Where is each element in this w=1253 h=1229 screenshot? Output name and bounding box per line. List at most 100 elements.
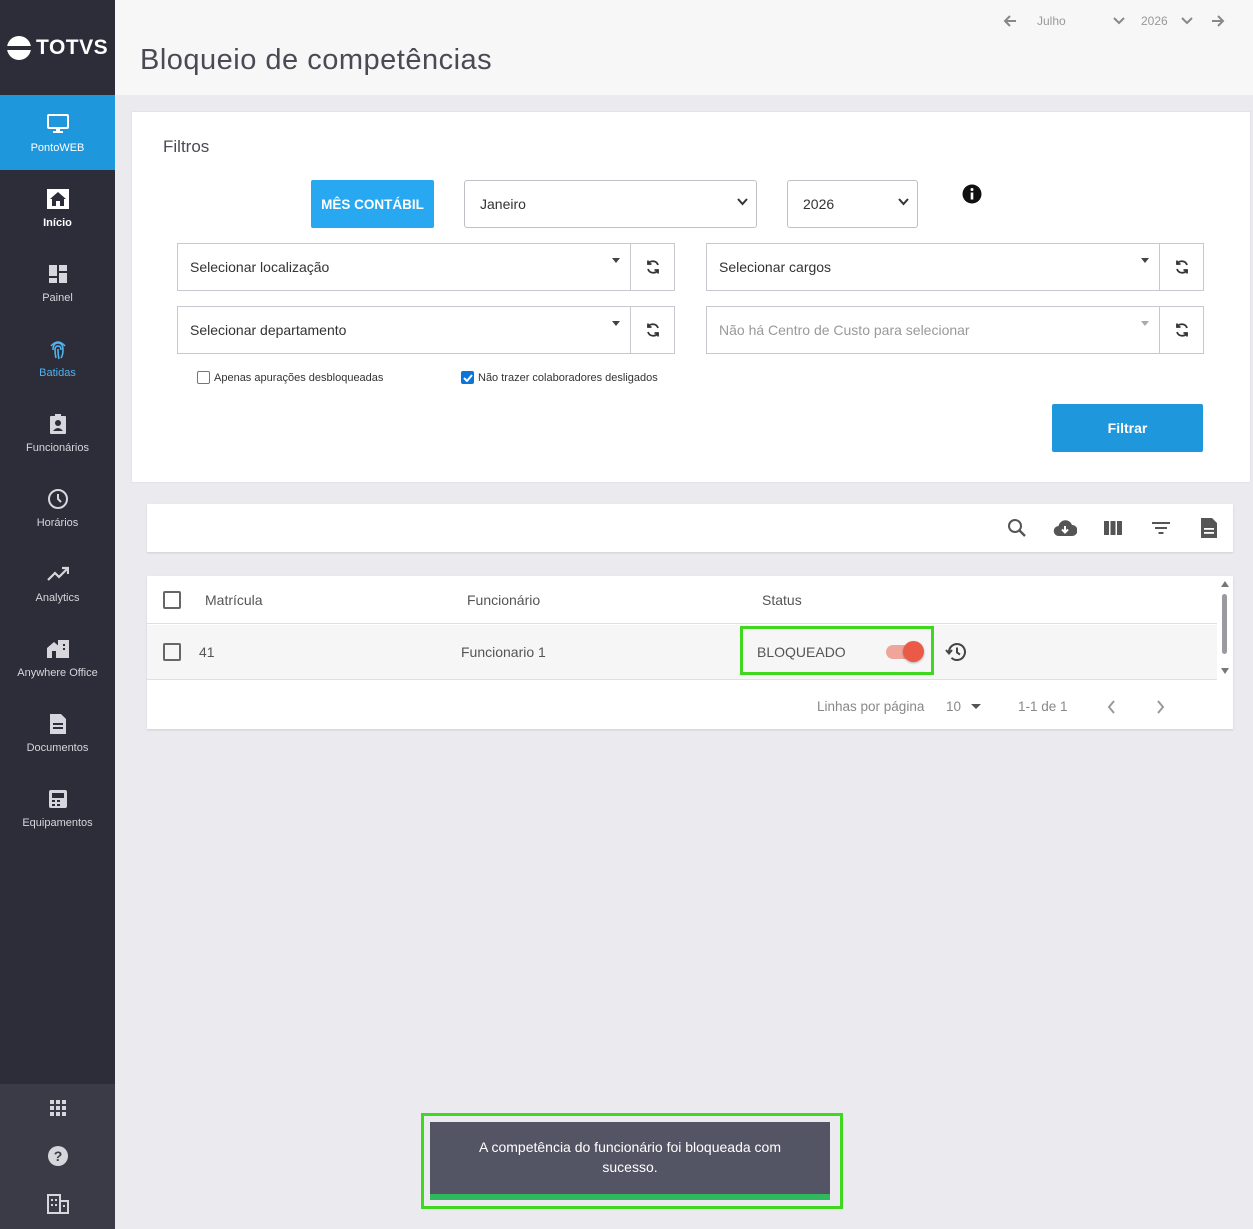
column-header-status[interactable]: Status bbox=[762, 576, 802, 623]
departamento-combo[interactable]: Selecionar departamento bbox=[177, 306, 631, 354]
fingerprint-icon bbox=[46, 337, 70, 361]
cargos-refresh-button[interactable] bbox=[1159, 243, 1204, 291]
lock-toggle[interactable] bbox=[886, 641, 924, 662]
totvs-logo[interactable]: TOTVS bbox=[0, 0, 115, 95]
pagination-range: 1-1 de 1 bbox=[1018, 699, 1068, 714]
sidebar-item-horarios[interactable]: Horários bbox=[0, 470, 115, 545]
departamento-combo-placeholder: Selecionar departamento bbox=[190, 322, 347, 338]
toggle-knob bbox=[903, 641, 924, 662]
sidebar-item-label: Documentos bbox=[26, 741, 89, 754]
rows-per-page-label: Linhas por página bbox=[817, 699, 925, 714]
home-icon bbox=[46, 187, 70, 211]
sidebar-item-anywhere-office[interactable]: Anywhere Office bbox=[0, 620, 115, 695]
file-icon[interactable] bbox=[1197, 516, 1221, 540]
trending-up-icon bbox=[46, 562, 70, 586]
refresh-icon bbox=[646, 260, 659, 274]
sidebar: TOTVS PontoWEB Início Painel Batidas Fun… bbox=[0, 0, 115, 1229]
table-scrollbar[interactable] bbox=[1217, 576, 1233, 680]
row-funcionario: Funcionario 1 bbox=[461, 644, 546, 660]
unlocked-only-label: Apenas apurações desbloqueadas bbox=[214, 371, 384, 384]
columns-icon[interactable] bbox=[1101, 516, 1125, 540]
refresh-icon bbox=[1175, 323, 1188, 337]
row-checkbox[interactable] bbox=[163, 643, 181, 661]
mes-contabil-button[interactable]: MÊS CONTÁBIL bbox=[311, 180, 434, 228]
exclude-dismissed-checkbox[interactable] bbox=[461, 371, 474, 384]
year-filter-value: 2026 bbox=[803, 196, 835, 212]
filter-list-icon[interactable] bbox=[1149, 516, 1173, 540]
sidebar-item-documentos[interactable]: Documentos bbox=[0, 695, 115, 770]
arrow-right-icon[interactable] bbox=[1211, 15, 1225, 27]
sidebar-item-label: Anywhere Office bbox=[17, 666, 98, 679]
year-filter-select[interactable]: 2026 bbox=[787, 180, 918, 228]
sidebar-item-pontoweb[interactable]: PontoWEB bbox=[0, 95, 115, 170]
refresh-icon bbox=[646, 323, 659, 337]
chevron-down-icon bbox=[737, 198, 748, 206]
centro-custo-combo-placeholder: Não há Centro de Custo para selecionar bbox=[719, 322, 970, 338]
scroll-down-icon[interactable] bbox=[1221, 668, 1229, 674]
arrow-left-icon[interactable] bbox=[1003, 15, 1017, 27]
table-header: Matrícula Funcionário Status bbox=[147, 576, 1217, 624]
unlocked-only-option: Apenas apurações desbloqueadas bbox=[197, 371, 383, 384]
toast-message: A competência do funcionário foi bloquea… bbox=[479, 1139, 781, 1175]
clock-icon bbox=[46, 487, 70, 511]
filter-button[interactable]: Filtrar bbox=[1052, 404, 1203, 452]
cloud-download-icon[interactable] bbox=[1053, 516, 1077, 540]
svg-text:?: ? bbox=[53, 1148, 62, 1164]
month-filter-select[interactable]: Janeiro bbox=[464, 180, 757, 228]
logo-text: TOTVS bbox=[36, 35, 109, 59]
location-refresh-button[interactable] bbox=[630, 243, 675, 291]
sidebar-item-painel[interactable]: Painel bbox=[0, 245, 115, 320]
column-header-funcionario[interactable]: Funcionário bbox=[467, 576, 540, 623]
exclude-dismissed-label: Não trazer colaboradores desligados bbox=[478, 371, 658, 384]
sidebar-item-batidas[interactable]: Batidas bbox=[0, 320, 115, 395]
next-page-icon[interactable] bbox=[1156, 700, 1165, 717]
sidebar-item-analytics[interactable]: Analytics bbox=[0, 545, 115, 620]
sidebar-item-equipamentos[interactable]: Equipamentos bbox=[0, 770, 115, 845]
filters-title: Filtros bbox=[163, 137, 210, 156]
scrollbar-thumb[interactable] bbox=[1222, 594, 1227, 654]
chevron-down-icon bbox=[1181, 17, 1193, 25]
building-icon[interactable] bbox=[0, 1180, 115, 1228]
sidebar-item-label: Início bbox=[43, 216, 72, 229]
row-matricula: 41 bbox=[199, 644, 215, 660]
document-icon bbox=[46, 712, 70, 736]
caret-down-icon bbox=[971, 703, 982, 709]
toast-progress-bar bbox=[430, 1194, 830, 1200]
centro-custo-combo[interactable]: Não há Centro de Custo para selecionar bbox=[706, 306, 1160, 354]
sidebar-bottom: ? bbox=[0, 1084, 115, 1229]
success-toast[interactable]: A competência do funcionário foi bloquea… bbox=[430, 1122, 830, 1200]
page-title: Bloqueio de competências bbox=[140, 44, 493, 76]
year-select[interactable]: 2026 bbox=[1141, 14, 1193, 28]
column-header-matricula[interactable]: Matrícula bbox=[205, 576, 263, 623]
apps-grid-icon[interactable] bbox=[0, 1084, 115, 1132]
caret-down-icon bbox=[612, 258, 620, 263]
dashboard-icon bbox=[46, 262, 70, 286]
search-icon[interactable] bbox=[1005, 516, 1029, 540]
table-row: 41 Funcionario 1 BLOQUEADO bbox=[147, 625, 1217, 680]
chevron-down-icon bbox=[1113, 17, 1125, 25]
checkmark-icon bbox=[462, 373, 473, 382]
location-combo[interactable]: Selecionar localização bbox=[177, 243, 631, 291]
month-select[interactable]: Julho bbox=[1037, 14, 1125, 28]
unlocked-only-checkbox[interactable] bbox=[197, 371, 210, 384]
cargos-combo[interactable]: Selecionar cargos bbox=[706, 243, 1160, 291]
sidebar-item-label: Horários bbox=[36, 516, 79, 529]
rows-per-page-select[interactable]: 10 bbox=[946, 699, 982, 714]
history-icon[interactable] bbox=[945, 625, 967, 679]
sidebar-item-label: Analytics bbox=[35, 591, 80, 604]
table-toolbar bbox=[147, 504, 1233, 552]
previous-page-icon[interactable] bbox=[1107, 700, 1116, 717]
scroll-up-icon[interactable] bbox=[1221, 581, 1229, 587]
sidebar-item-funcionarios[interactable]: Funcionários bbox=[0, 395, 115, 470]
sidebar-item-inicio[interactable]: Início bbox=[0, 170, 115, 245]
help-icon[interactable]: ? bbox=[0, 1132, 115, 1180]
caret-down-icon bbox=[1141, 258, 1149, 263]
period-selector: Julho 2026 bbox=[1003, 14, 1225, 28]
departamento-refresh-button[interactable] bbox=[630, 306, 675, 354]
sidebar-item-label: Painel bbox=[42, 291, 73, 304]
sidebar-item-label: Equipamentos bbox=[22, 816, 93, 829]
info-icon[interactable] bbox=[962, 184, 982, 209]
centro-custo-refresh-button[interactable] bbox=[1159, 306, 1204, 354]
sidebar-item-label: Batidas bbox=[39, 366, 76, 379]
select-all-checkbox[interactable] bbox=[163, 590, 181, 609]
